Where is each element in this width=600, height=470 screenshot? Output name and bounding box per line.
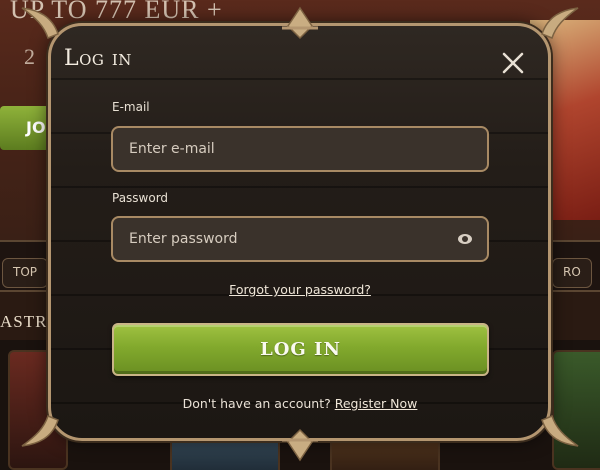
email-label: E-mail [112, 100, 150, 114]
modal-title: Log in [64, 46, 132, 71]
password-label: Password [112, 191, 169, 205]
forgot-password-link[interactable]: Forgot your password? [0, 282, 600, 297]
register-prompt-line: Don't have an account? Register Now [0, 396, 600, 411]
promo-number: 2 [24, 44, 35, 69]
email-field-container [111, 126, 489, 172]
login-button[interactable]: LOG IN [112, 323, 489, 376]
register-prompt-text: Don't have an account? [182, 396, 331, 411]
top-gem-ornament-icon [282, 6, 318, 40]
password-input[interactable] [113, 218, 487, 260]
register-now-link[interactable]: Register Now [335, 396, 418, 411]
corner-ornament-bottom-right-icon [541, 415, 579, 447]
corner-ornament-top-right-icon [541, 7, 579, 39]
eye-icon[interactable] [457, 232, 473, 246]
email-input[interactable] [113, 128, 487, 170]
corner-ornament-top-left-icon [21, 7, 59, 39]
close-icon[interactable] [498, 48, 528, 78]
bottom-gem-ornament-icon [282, 428, 318, 462]
corner-ornament-bottom-left-icon [21, 415, 59, 447]
password-field-container [111, 216, 489, 262]
